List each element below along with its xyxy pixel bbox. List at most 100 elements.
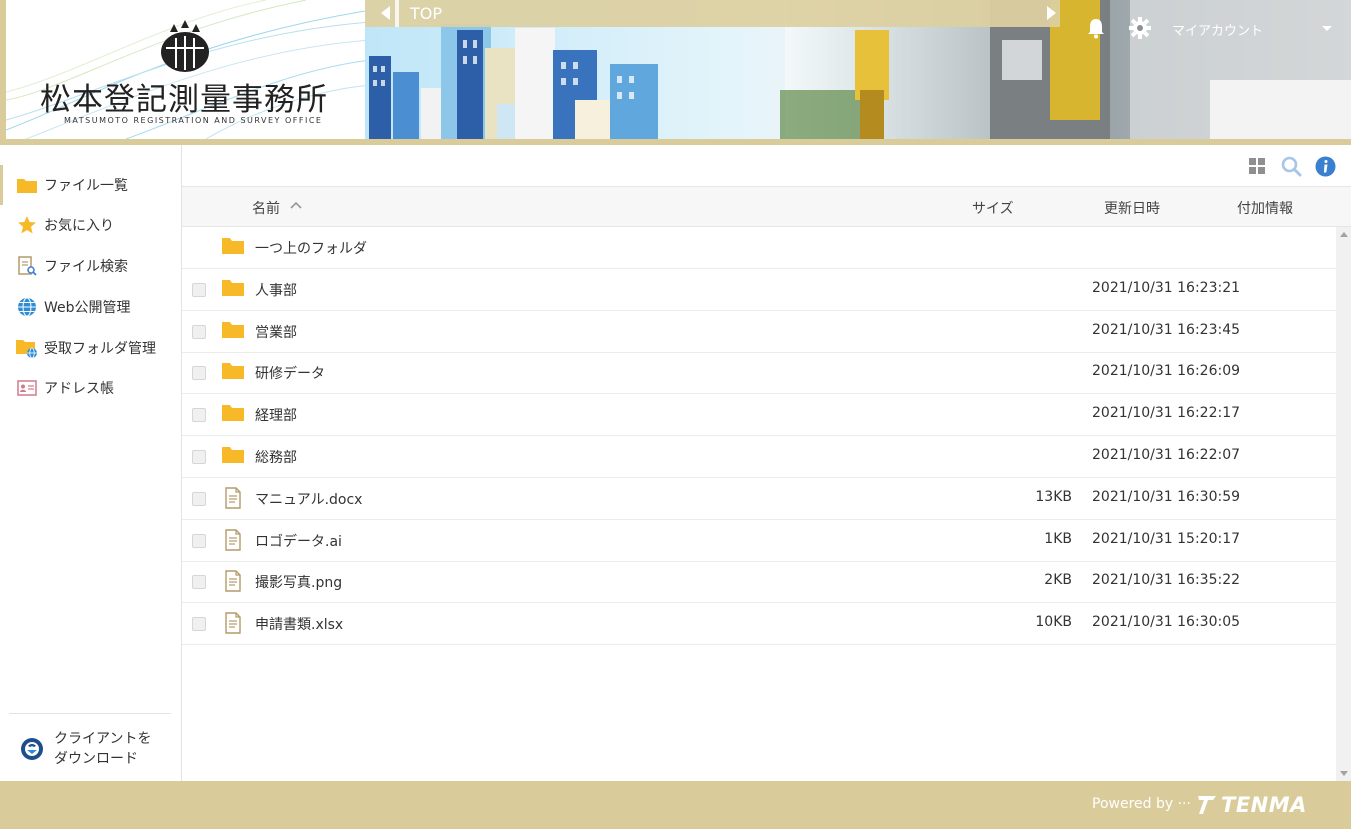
folder-row[interactable]: 経理部 2021/10/31 16:22:17 — [182, 394, 1336, 437]
row-updated: 2021/10/31 16:30:05 — [1092, 614, 1241, 631]
client-download-icon — [21, 738, 43, 760]
row-checkbox[interactable] — [192, 617, 206, 632]
row-size: 13KB — [1035, 488, 1072, 505]
row-checkbox[interactable] — [192, 575, 206, 590]
row-name[interactable]: 営業部 — [255, 322, 297, 342]
sort-ascending-icon[interactable] — [290, 200, 302, 210]
file-search-icon — [16, 255, 38, 277]
main-content: 名前 サイズ 更新日時 付加情報 一つ上のフォルダ 人事部 2021/10/31 … — [182, 145, 1351, 781]
footer: Powered by ··· TENMA — [0, 781, 1351, 829]
row-name[interactable]: 人事部 — [255, 280, 297, 300]
globe-icon — [16, 296, 38, 318]
row-name[interactable]: 経理部 — [255, 405, 297, 425]
row-updated: 2021/10/31 16:23:21 — [1092, 279, 1241, 296]
document-icon — [225, 528, 241, 551]
file-row[interactable]: 撮影写真.png 2KB 2021/10/31 16:35:22 — [182, 561, 1336, 604]
folder-row[interactable]: 総務部 2021/10/31 16:22:07 — [182, 436, 1336, 478]
sidebar-item-receive-folder[interactable]: 受取フォルダ管理 — [0, 328, 181, 368]
search-icon[interactable] — [1281, 156, 1302, 177]
breadcrumb-title[interactable]: TOP — [410, 4, 442, 23]
tenma-brand: TENMA — [1221, 793, 1307, 817]
sidebar-item-web-publish[interactable]: Web公開管理 — [0, 287, 181, 327]
receive-folder-icon — [16, 337, 38, 359]
sidebar-item-label: アドレス帳 — [44, 381, 114, 397]
sidebar-item-label: ファイル検索 — [44, 259, 128, 275]
client-download-label-line2: ダウンロード — [54, 751, 138, 767]
folder-icon — [222, 405, 244, 422]
column-updated-header[interactable]: 更新日時 — [1104, 198, 1160, 218]
folder-row[interactable]: 人事部 2021/10/31 16:23:21 — [182, 269, 1336, 311]
row-name[interactable]: 研修データ — [255, 363, 325, 383]
parent-folder-row[interactable]: 一つ上のフォルダ — [182, 227, 1336, 269]
row-checkbox[interactable] — [192, 533, 206, 548]
chevron-down-icon[interactable] — [1322, 26, 1332, 31]
row-size: 10KB — [1035, 614, 1072, 631]
folder-icon — [16, 174, 38, 196]
scroll-down-arrow-icon[interactable] — [1340, 771, 1348, 776]
file-row[interactable]: マニュアル.docx 13KB 2021/10/31 16:30:59 — [182, 478, 1336, 520]
file-row[interactable]: 申請書類.xlsx 10KB 2021/10/31 16:30:05 — [182, 603, 1336, 646]
sidebar-item-address-book[interactable]: アドレス帳 — [0, 368, 181, 408]
folder-row[interactable]: 研修データ 2021/10/31 16:26:09 — [182, 352, 1336, 395]
nav-back-arrow-icon[interactable] — [381, 6, 390, 20]
header: 松本登記測量事務所 MATSUMOTO REGISTRATION AND SUR… — [0, 0, 1351, 145]
grid-view-icon[interactable] — [1248, 157, 1266, 175]
sidebar-item-file-list[interactable]: ファイル一覧 — [0, 165, 181, 205]
row-size: 1KB — [1044, 530, 1072, 547]
column-size-header[interactable]: サイズ — [972, 198, 1014, 218]
row-name[interactable]: 総務部 — [255, 447, 297, 467]
toolbar — [182, 145, 1351, 187]
address-book-icon — [16, 377, 38, 399]
row-updated: 2021/10/31 16:26:09 — [1092, 363, 1241, 380]
client-download-button[interactable]: クライアントを ダウンロード — [20, 727, 170, 771]
breadcrumb-bar: TOP — [365, 0, 1060, 27]
row-checkbox[interactable] — [192, 282, 206, 297]
row-checkbox[interactable] — [192, 450, 206, 464]
sidebar: ファイル一覧 お気に入り ファイル検索 Web公開管理 受取フォルダ管理 アドレ… — [0, 145, 182, 781]
gear-icon[interactable] — [1129, 17, 1151, 39]
file-row[interactable]: ロゴデータ.ai 1KB 2021/10/31 15:20:17 — [182, 520, 1336, 562]
row-checkbox[interactable] — [192, 408, 206, 423]
scrollbar[interactable] — [1336, 227, 1351, 781]
sidebar-item-file-search[interactable]: ファイル検索 — [0, 246, 181, 286]
powered-by-label: Powered by ··· — [1092, 796, 1191, 812]
sidebar-item-label: お気に入り — [44, 218, 114, 234]
row-checkbox[interactable] — [192, 324, 206, 339]
client-download-label-line1: クライアントを — [54, 731, 152, 747]
sidebar-item-label: ファイル一覧 — [44, 178, 128, 194]
row-updated: 2021/10/31 16:22:17 — [1092, 405, 1241, 422]
info-icon[interactable] — [1315, 156, 1336, 177]
column-extra-header[interactable]: 付加情報 — [1237, 198, 1293, 218]
row-name[interactable]: 撮影写真.png — [255, 572, 342, 592]
column-header: 名前 サイズ 更新日時 付加情報 — [182, 187, 1351, 227]
bell-icon[interactable] — [1086, 17, 1106, 39]
crest-icon — [161, 20, 209, 72]
folder-icon — [222, 321, 244, 338]
sidebar-item-favorites[interactable]: お気に入り — [0, 205, 181, 245]
tenma-logo-icon — [1198, 796, 1216, 814]
row-checkbox[interactable] — [192, 491, 206, 506]
sidebar-item-label: 受取フォルダ管理 — [44, 341, 156, 357]
row-name[interactable]: ロゴデータ.ai — [255, 531, 342, 551]
row-updated: 2021/10/31 16:30:59 — [1092, 488, 1241, 505]
logo-panel: 松本登記測量事務所 MATSUMOTO REGISTRATION AND SUR… — [0, 0, 365, 139]
folder-icon — [222, 447, 244, 463]
row-name[interactable]: マニュアル.docx — [255, 489, 362, 509]
logo-text: 松本登記測量事務所 — [40, 82, 328, 118]
row-updated: 2021/10/31 15:20:17 — [1092, 530, 1241, 547]
row-updated: 2021/10/31 16:22:07 — [1092, 447, 1241, 463]
my-account-menu[interactable]: マイアカウント — [1172, 20, 1263, 39]
column-name-header[interactable]: 名前 — [252, 198, 280, 218]
scroll-up-arrow-icon[interactable] — [1340, 232, 1348, 237]
breadcrumb-separator — [395, 0, 399, 27]
row-size: 2KB — [1044, 572, 1072, 589]
document-icon — [225, 487, 241, 509]
row-checkbox[interactable] — [192, 366, 206, 381]
logo-subtext: MATSUMOTO REGISTRATION AND SURVEY OFFICE — [64, 116, 323, 125]
folder-icon — [222, 279, 244, 296]
document-icon — [225, 570, 241, 593]
row-name[interactable]: 申請書類.xlsx — [255, 614, 343, 634]
sidebar-item-label: Web公開管理 — [44, 300, 131, 316]
folder-row[interactable]: 営業部 2021/10/31 16:23:45 — [182, 311, 1336, 353]
nav-forward-arrow-icon[interactable] — [1047, 6, 1056, 20]
